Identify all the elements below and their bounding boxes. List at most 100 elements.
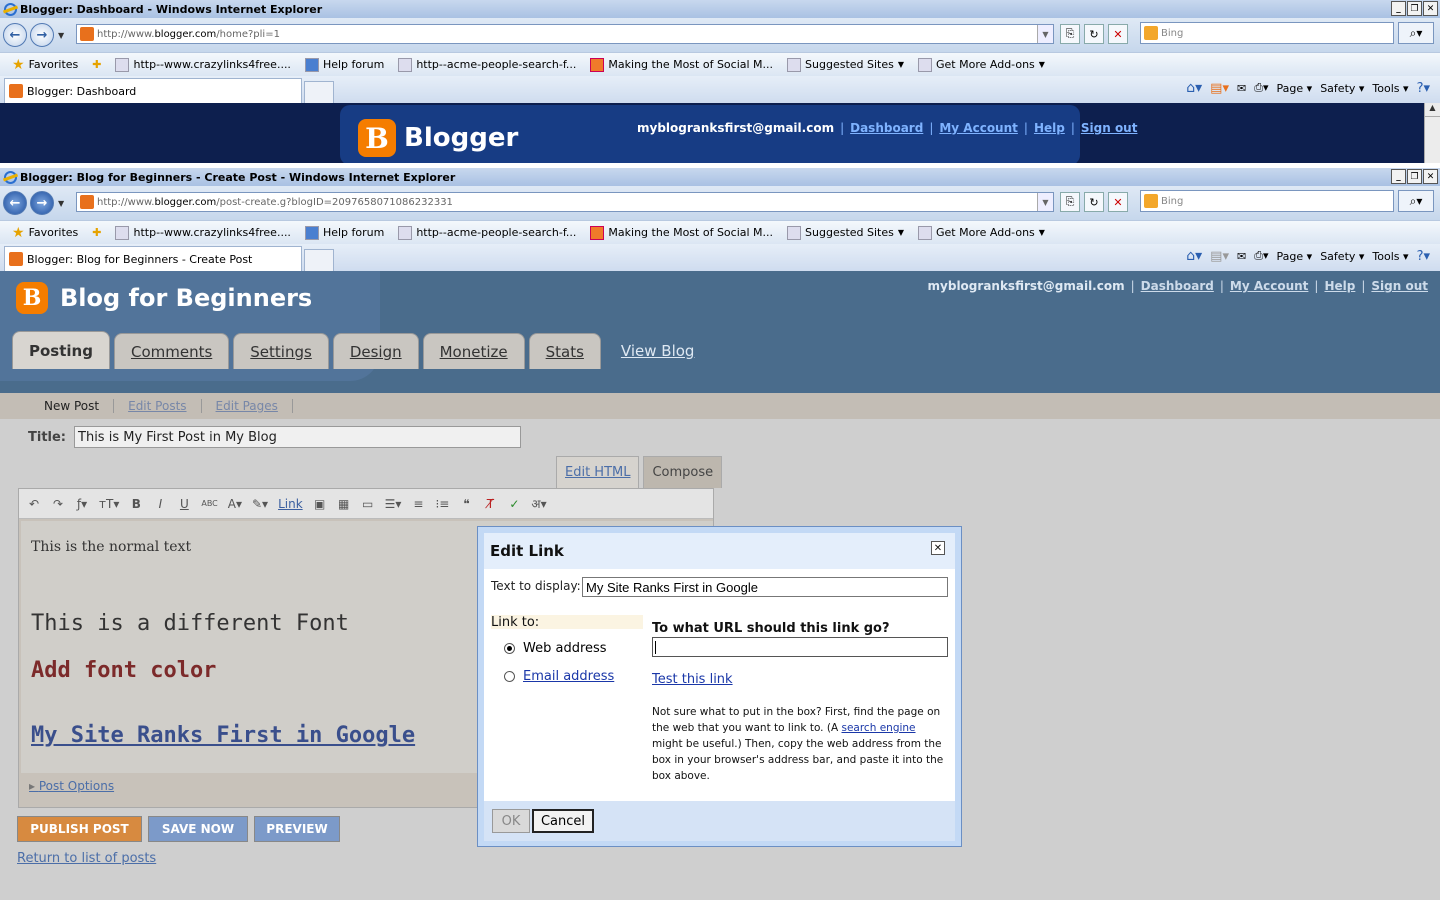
close-icon[interactable]: ✕	[1423, 1, 1438, 16]
address-input[interactable]: http://www. blogger.com/home?pli=1 ▼	[76, 24, 1054, 44]
home-icon[interactable]: ⌂▾	[1186, 248, 1202, 264]
address-dropdown-icon[interactable]: ▼	[1037, 193, 1053, 211]
search-input[interactable]: Bing	[1140, 22, 1394, 44]
favorite-link-4[interactable]: Making the Most of Social M...	[590, 57, 773, 72]
sign-out-link[interactable]: Sign out	[1081, 121, 1138, 135]
view-blog-link[interactable]: View Blog	[605, 333, 711, 369]
favorite-link-3[interactable]: http--acme-people-search-f...	[398, 57, 576, 72]
remove-format-icon[interactable]: T̸	[483, 497, 497, 511]
underline-icon[interactable]: U	[177, 497, 191, 511]
web-address-radio[interactable]	[504, 643, 515, 654]
italic-icon[interactable]: I	[153, 497, 167, 511]
safety-menu[interactable]: Safety ▾	[1320, 82, 1364, 95]
history-dropdown-icon[interactable]: ▼	[58, 31, 64, 40]
feeds-icon[interactable]: ▤▾	[1210, 249, 1229, 264]
tab-settings[interactable]: Settings	[233, 333, 329, 369]
search-engine-link[interactable]: search engine	[841, 722, 915, 734]
address-input[interactable]: http://www. blogger.com/post-create.g?blo…	[76, 192, 1054, 212]
tab-comments[interactable]: Comments	[113, 333, 230, 369]
search-input[interactable]: Bing	[1140, 190, 1394, 212]
test-this-link[interactable]: Test this link	[652, 672, 733, 687]
help-link[interactable]: Help	[1324, 279, 1355, 293]
dashboard-link[interactable]: Dashboard	[1141, 279, 1214, 293]
scroll-up-icon[interactable]: ▲	[1425, 103, 1440, 117]
email-address-option[interactable]: Email address	[504, 669, 614, 684]
my-account-link[interactable]: My Account	[1230, 279, 1309, 293]
forward-arrow-icon[interactable]: →	[30, 191, 54, 215]
redo-icon[interactable]: ↷	[51, 497, 65, 511]
restore-icon[interactable]: ❐	[1407, 1, 1422, 16]
help-circle-icon[interactable]: ?▾	[1417, 249, 1430, 264]
font-family-icon[interactable]: ƒ▾	[75, 497, 89, 511]
tab-monetize[interactable]: Monetize	[422, 333, 525, 369]
compatibility-icon[interactable]: ⎘	[1060, 24, 1080, 44]
minimize-icon[interactable]: _	[1391, 1, 1406, 16]
favorite-link-3[interactable]: http--acme-people-search-f...	[398, 225, 576, 240]
search-icon[interactable]: ⌕▾	[1398, 22, 1434, 44]
text-to-display-input[interactable]: My Site Ranks First in Google	[582, 577, 948, 597]
tab-posting[interactable]: Posting	[12, 331, 110, 369]
transliteration-icon[interactable]: अ▾	[531, 495, 546, 512]
blogger-brand[interactable]: B Blogger	[358, 119, 518, 157]
favorites-button[interactable]: Favorites	[29, 58, 79, 71]
publish-post-button[interactable]: PUBLISH POST	[17, 816, 142, 842]
undo-icon[interactable]: ↶	[27, 497, 41, 511]
tools-menu[interactable]: Tools ▾	[1372, 82, 1408, 95]
back-arrow-icon[interactable]: ←	[3, 191, 27, 215]
safety-menu[interactable]: Safety ▾	[1320, 250, 1364, 263]
bulleted-list-icon[interactable]: ⁝≡	[435, 497, 449, 511]
font-size-icon[interactable]: тT▾	[99, 497, 119, 511]
refresh-icon[interactable]: ↻	[1084, 192, 1104, 212]
favorite-link-1[interactable]: http--www.crazylinks4free....	[115, 57, 291, 72]
favorites-star-icon[interactable]: ★	[12, 57, 25, 73]
cancel-button[interactable]: Cancel	[532, 809, 594, 833]
return-to-posts-link[interactable]: Return to list of posts	[17, 851, 156, 866]
forward-arrow-icon[interactable]: →	[30, 23, 54, 47]
ok-button[interactable]: OK	[492, 809, 530, 833]
new-tab-button[interactable]	[304, 249, 334, 271]
back-arrow-icon[interactable]: ←	[3, 23, 27, 47]
favorite-link-4[interactable]: Making the Most of Social M...	[590, 225, 773, 240]
strikethrough-icon[interactable]: ABC	[201, 499, 217, 508]
feeds-icon[interactable]: ▤▾	[1210, 81, 1229, 96]
browser-tab[interactable]: Blogger: Blog for Beginners - Create Pos…	[4, 246, 302, 271]
page-menu[interactable]: Page ▾	[1277, 82, 1313, 95]
add-favorite-icon[interactable]: ✚	[92, 226, 101, 239]
favorite-link-5[interactable]: Suggested Sites ▼	[787, 57, 904, 72]
close-icon[interactable]: ✕	[931, 541, 945, 555]
tools-menu[interactable]: Tools ▾	[1372, 250, 1408, 263]
favorite-link-1[interactable]: http--www.crazylinks4free....	[115, 225, 291, 240]
restore-icon[interactable]: ❐	[1407, 169, 1422, 184]
favorite-link-6[interactable]: Get More Add-ons ▼	[918, 57, 1045, 72]
text-color-icon[interactable]: A▾	[228, 497, 242, 511]
history-dropdown-icon[interactable]: ▼	[58, 199, 64, 208]
address-dropdown-icon[interactable]: ▼	[1037, 25, 1053, 43]
favorite-link-5[interactable]: Suggested Sites ▼	[787, 225, 904, 240]
help-circle-icon[interactable]: ?▾	[1417, 81, 1430, 96]
my-account-link[interactable]: My Account	[939, 121, 1018, 135]
image-icon[interactable]: ▣	[313, 497, 327, 511]
add-favorite-icon[interactable]: ✚	[92, 58, 101, 71]
mail-icon[interactable]: ✉	[1237, 82, 1246, 95]
subnav-new-post[interactable]: New Post	[28, 399, 115, 413]
browser-tab[interactable]: Blogger: Dashboard	[4, 78, 302, 103]
quote-icon[interactable]: ❝	[459, 497, 473, 511]
print-icon[interactable]: ⎙▾	[1254, 249, 1268, 263]
help-link[interactable]: Help	[1034, 121, 1065, 135]
favorites-star-icon[interactable]: ★	[12, 225, 25, 241]
link-button[interactable]: Link	[278, 497, 303, 511]
jump-break-icon[interactable]: ▭	[361, 497, 375, 511]
stop-icon[interactable]: ✕	[1108, 192, 1128, 212]
numbered-list-icon[interactable]: ≡	[411, 497, 425, 511]
new-tab-button[interactable]	[304, 81, 334, 103]
favorites-button[interactable]: Favorites	[29, 226, 79, 239]
tab-stats[interactable]: Stats	[528, 333, 601, 369]
email-address-label[interactable]: Email address	[523, 669, 614, 684]
save-now-button[interactable]: SAVE NOW	[148, 816, 248, 842]
subnav-edit-pages[interactable]: Edit Pages	[202, 399, 293, 413]
align-icon[interactable]: ☰▾	[385, 497, 402, 511]
highlight-icon[interactable]: ✎▾	[252, 497, 268, 511]
tab-design[interactable]: Design	[332, 333, 419, 369]
stop-icon[interactable]: ✕	[1108, 24, 1128, 44]
spellcheck-icon[interactable]: ✓	[507, 497, 521, 511]
